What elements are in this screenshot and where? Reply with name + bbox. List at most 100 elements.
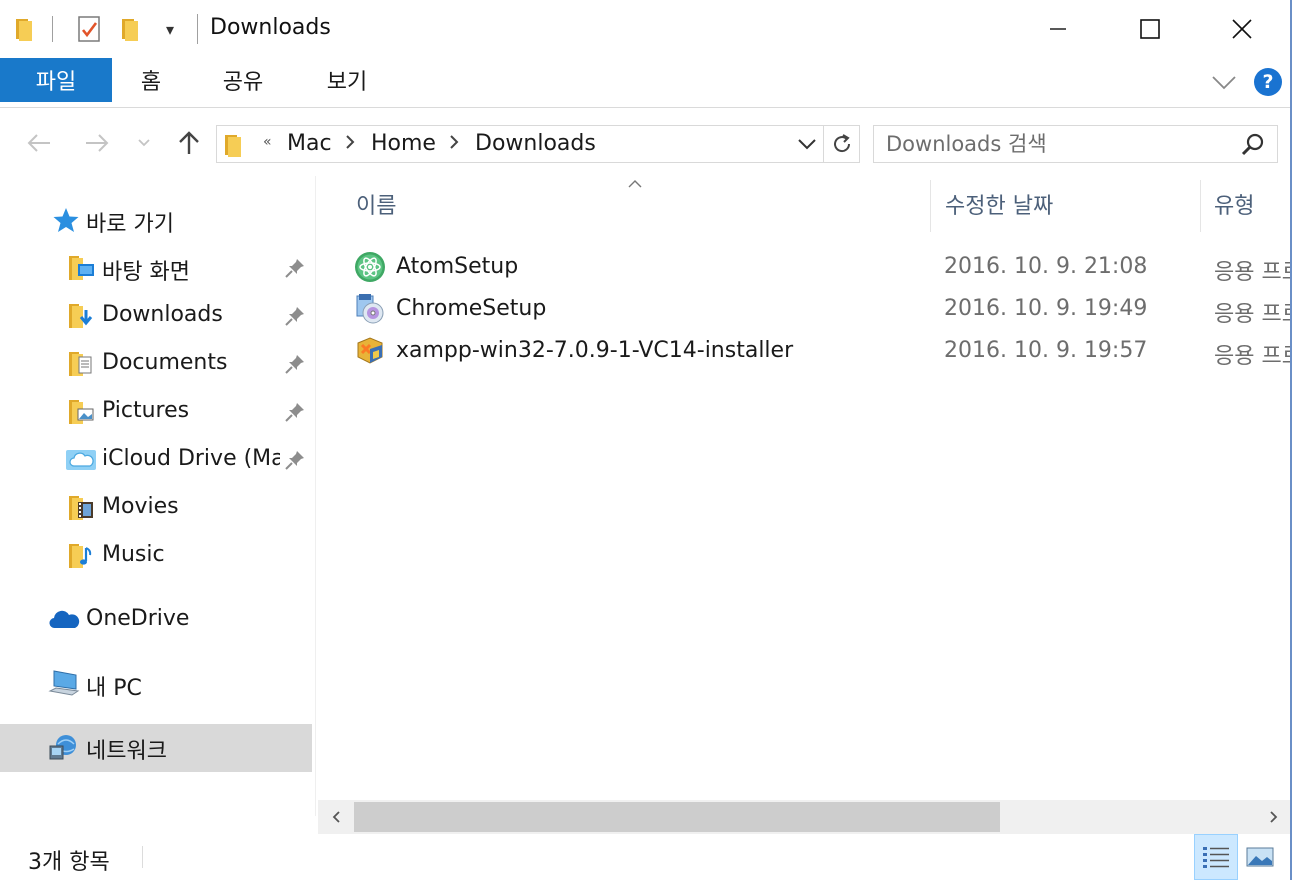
- maximize-button[interactable]: [1104, 0, 1196, 58]
- nav-item-label: Documents: [102, 350, 228, 375]
- tab-view[interactable]: 보기: [310, 58, 384, 102]
- nav-item-desktop[interactable]: 바탕 화면: [0, 245, 312, 291]
- scrollbar-thumb[interactable]: [354, 802, 1000, 832]
- file-name: ChromeSetup: [396, 296, 547, 321]
- breadcrumb-separator-icon[interactable]: [345, 134, 355, 154]
- recent-locations-button[interactable]: [128, 124, 160, 162]
- help-button[interactable]: ?: [1254, 68, 1282, 96]
- folder-icon: [223, 132, 245, 162]
- minimize-icon: [1050, 28, 1066, 30]
- horizontal-scrollbar[interactable]: [318, 800, 1292, 834]
- nav-network-label: 네트워크: [86, 739, 167, 764]
- table-row[interactable]: xampp-win32-7.0.9-1-VC14-installer 2016.…: [346, 330, 1292, 372]
- forward-button[interactable]: [80, 124, 114, 162]
- customize-quick-access-chevron-down-icon[interactable]: ▾: [158, 14, 182, 44]
- downloads-folder-icon: [66, 302, 96, 336]
- file-type: 응용 프로그램: [1214, 302, 1292, 327]
- maximize-icon: [1140, 19, 1160, 39]
- music-folder-icon: [66, 542, 96, 576]
- folder-icon[interactable]: [12, 14, 38, 44]
- breadcrumb-overflow-icon[interactable]: «: [263, 134, 272, 150]
- tab-home[interactable]: 홈: [122, 58, 180, 102]
- computer-icon: [48, 669, 80, 705]
- column-header-name[interactable]: 이름: [356, 176, 926, 232]
- large-icons-view-button[interactable]: [1238, 834, 1282, 880]
- expand-ribbon-chevron-down-icon[interactable]: [1210, 68, 1238, 96]
- nav-quick-access[interactable]: 바로 가기: [0, 197, 312, 243]
- up-button[interactable]: [172, 124, 206, 162]
- scroll-right-button[interactable]: [1256, 800, 1292, 834]
- nav-item-label: iCloud Drive (Mac): [102, 446, 280, 471]
- file-name: xampp-win32-7.0.9-1-VC14-installer: [396, 338, 794, 363]
- nav-this-pc[interactable]: 내 PC: [0, 661, 312, 707]
- window-title: Downloads: [210, 15, 331, 40]
- properties-icon[interactable]: [74, 14, 104, 44]
- table-row[interactable]: ChromeSetup 2016. 10. 9. 19:49 응용 프로그램: [346, 288, 1292, 330]
- address-bar[interactable]: « Mac Home Downloads: [216, 125, 860, 163]
- pin-icon[interactable]: [284, 305, 306, 333]
- refresh-button[interactable]: [823, 126, 859, 162]
- details-view-button[interactable]: [1194, 834, 1238, 880]
- chevron-left-icon: [332, 811, 340, 823]
- search-icon[interactable]: [1240, 132, 1266, 162]
- desktop-folder-icon: [66, 254, 96, 288]
- breadcrumb-separator-icon[interactable]: [449, 134, 459, 154]
- item-count: 3개 항목: [28, 850, 110, 875]
- nav-network[interactable]: 네트워크: [0, 724, 312, 772]
- new-folder-icon[interactable]: [118, 14, 144, 44]
- title-bar: ▾ Downloads: [0, 0, 1292, 58]
- file-name: AtomSetup: [396, 254, 519, 279]
- xampp-installer-icon: [354, 335, 386, 373]
- tab-file[interactable]: 파일: [0, 58, 112, 102]
- minimize-button[interactable]: [1012, 0, 1104, 58]
- navigation-pane: 바로 가기 바탕 화면 Downloads Documents Pictures…: [0, 176, 316, 816]
- nav-this-pc-label: 내 PC: [86, 676, 142, 701]
- status-bar: 3개 항목: [0, 834, 1292, 880]
- nav-item-documents[interactable]: Documents: [0, 341, 312, 387]
- nav-item-pictures[interactable]: Pictures: [0, 389, 312, 435]
- star-icon: [52, 207, 80, 239]
- quick-access-divider: [52, 16, 53, 42]
- file-type: 응용 프로그램: [1214, 344, 1292, 369]
- nav-item-downloads[interactable]: Downloads: [0, 293, 312, 339]
- nav-item-music[interactable]: Music: [0, 533, 312, 579]
- pin-icon[interactable]: [284, 257, 306, 285]
- refresh-icon: [833, 134, 850, 153]
- column-header-type[interactable]: 유형: [1214, 176, 1292, 232]
- tab-share[interactable]: 공유: [206, 58, 280, 102]
- file-modified: 2016. 10. 9. 19:57: [944, 338, 1148, 363]
- back-button[interactable]: [22, 124, 56, 162]
- pin-icon[interactable]: [284, 449, 306, 477]
- breadcrumb-downloads[interactable]: Downloads: [475, 131, 596, 156]
- nav-item-label: Downloads: [102, 302, 223, 327]
- search-input[interactable]: [874, 126, 1234, 162]
- pin-icon[interactable]: [284, 353, 306, 381]
- installer-cd-icon: [354, 293, 386, 331]
- network-icon: [48, 732, 80, 770]
- nav-item-icloud-drive[interactable]: iCloud Drive (Mac): [0, 437, 312, 483]
- nav-item-label: Movies: [102, 494, 179, 519]
- nav-onedrive[interactable]: OneDrive: [0, 597, 312, 643]
- nav-onedrive-label: OneDrive: [86, 606, 190, 631]
- search-box[interactable]: [873, 125, 1278, 163]
- nav-item-label: 바탕 화면: [102, 260, 190, 285]
- close-icon: [1232, 19, 1252, 39]
- arrow-left-icon: [27, 134, 50, 152]
- large-icons-view-icon: [1246, 847, 1274, 867]
- chevron-right-icon: [1270, 811, 1278, 823]
- table-row[interactable]: AtomSetup 2016. 10. 9. 21:08 응용 프로그램: [346, 246, 1292, 288]
- pin-icon[interactable]: [284, 401, 306, 429]
- address-history-chevron-down-icon[interactable]: [791, 126, 823, 162]
- column-header-modified[interactable]: 수정한 날짜: [945, 176, 1195, 232]
- column-divider[interactable]: [1200, 180, 1201, 232]
- breadcrumb-mac[interactable]: Mac: [287, 131, 332, 156]
- close-button[interactable]: [1196, 0, 1288, 58]
- ribbon: 파일 홈 공유 보기 ?: [0, 58, 1292, 108]
- column-divider[interactable]: [930, 180, 931, 232]
- nav-item-movies[interactable]: Movies: [0, 485, 312, 531]
- onedrive-cloud-icon: [48, 609, 80, 637]
- breadcrumb-home[interactable]: Home: [371, 131, 436, 156]
- arrow-up-icon: [179, 131, 199, 154]
- scroll-left-button[interactable]: [318, 800, 354, 834]
- title-divider: [197, 14, 198, 44]
